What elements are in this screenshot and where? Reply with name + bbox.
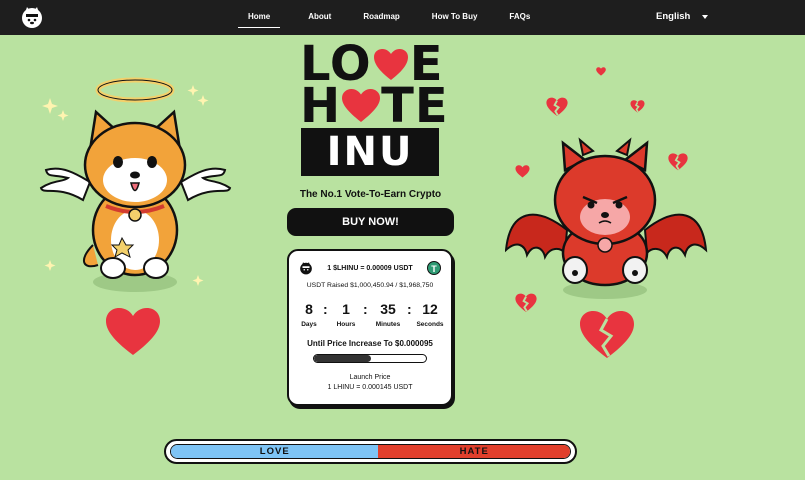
usdt-raised: USDT Raised $1,000,450.94 / $1,968,750 [306,282,434,289]
angel-dog-icon [39,77,232,292]
vote-hate-button[interactable]: HATE [378,445,570,458]
broken-heart-icon [668,153,688,171]
countdown-separator: : [407,301,412,317]
launch-price-value: 1 LHINU = 0.000145 USDT [327,384,413,391]
countdown-seconds-value: 12 [422,301,438,317]
tagline: The No.1 Vote-To-Earn Crypto [299,189,442,200]
broken-heart-icon [580,311,634,358]
price-row: 1 $LHINU = 0.00009 USDT T [299,259,441,277]
vote-track: LOVE HATE [170,444,571,459]
countdown-separator: : [363,301,368,317]
language-selector[interactable]: English [656,11,709,22]
presale-progress-bar [313,354,427,363]
broken-heart-icon [596,67,606,76]
dog-logo-icon[interactable] [20,5,44,29]
nav-roadmap[interactable]: Roadmap [362,8,400,27]
nav-home[interactable]: Home [238,8,281,28]
presale-card: 1 $LHINU = 0.00009 USDT T USDT Raised $1… [287,249,453,406]
vote-bar: LOVE HATE [164,439,577,464]
heart-icon [373,49,408,80]
heart-icon [342,89,381,122]
top-nav: Home About Roadmap How To Buy FAQs Engli… [0,0,805,35]
countdown-minutes: 35 Minutes [371,301,405,328]
countdown-hours-label: Hours [336,321,356,328]
title-hate-end: TE [381,78,449,134]
nav-how-to-buy[interactable]: How To Buy [431,8,479,27]
price-increase-note: Until Price Increase To $0.000095 [307,339,433,348]
title-hate-start: H [300,78,342,134]
countdown-minutes-value: 35 [380,301,396,317]
language-label: English [656,11,691,22]
launch-price-label: Launch Price [349,374,391,381]
countdown-seconds-label: Seconds [416,321,444,328]
countdown-separator: : [323,301,328,317]
tether-icon: T [427,261,441,275]
price-line: 1 $LHINU = 0.00009 USDT [327,264,413,272]
sparkle-icon [44,260,56,271]
title-hate: H TE [300,82,449,130]
sparkle-icon [187,85,199,96]
sparkle-icon [192,275,204,286]
countdown-days-value: 8 [305,301,313,317]
nav-about[interactable]: About [307,8,332,27]
broken-heart-icon [630,100,645,113]
title-inu: INU [301,128,439,176]
sparkle-icon [42,98,58,114]
heart-icon [106,308,160,355]
broken-heart-icon [515,165,530,178]
nav-faqs[interactable]: FAQs [508,8,531,27]
countdown-hours: 1 Hours [332,301,360,328]
countdown: 8 Days : 1 Hours : 35 Minutes : 12 Secon… [297,301,443,333]
buy-now-button[interactable]: BUY NOW! [287,208,454,236]
countdown-days-label: Days [301,321,317,328]
caret-down-icon [702,14,709,19]
broken-heart-icon [515,293,537,313]
countdown-days: 8 Days [297,301,321,328]
dog-logo-icon [300,262,312,275]
presale-progress-fill [314,355,372,362]
sparkle-icon [57,110,69,121]
vote-love-button[interactable]: LOVE [171,445,379,458]
countdown-minutes-label: Minutes [375,321,401,328]
nav-links: Home About Roadmap How To Buy FAQs [238,0,561,35]
broken-heart-icon [546,97,568,117]
countdown-hours-value: 1 [342,301,350,317]
countdown-seconds: 12 Seconds [413,301,447,328]
sparkle-icon [197,95,209,106]
